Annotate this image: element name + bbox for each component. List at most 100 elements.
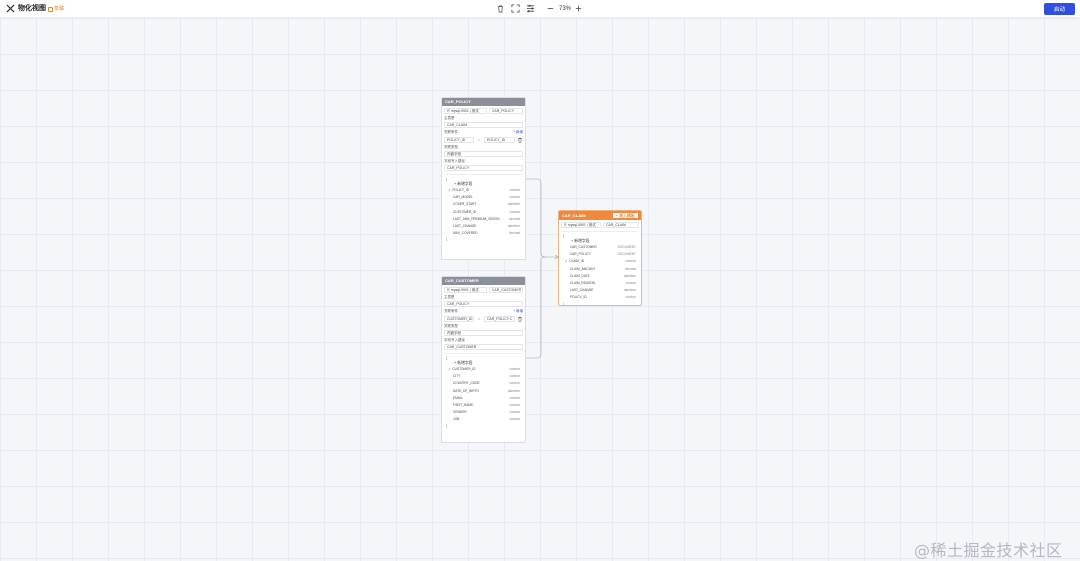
field-row[interactable]: LAST_CHANGE datetime: [561, 287, 639, 294]
write-path-input[interactable]: CAR_CUSTOMER: [444, 344, 523, 350]
field-row[interactable]: ⚷ CLAIM_ID varchar: [561, 258, 639, 265]
field-name: CAR_MODEL: [453, 195, 473, 200]
field-name: POLICY_ID: [570, 295, 587, 300]
close-icon[interactable]: [6, 4, 15, 13]
field-name: LAST_ANN_PREMIUM_GROSS: [453, 216, 500, 221]
field-row[interactable]: CAR_POLICY DOCUMENT: [561, 251, 639, 258]
join-right-select[interactable]: CAR_POLICY.C: [483, 316, 515, 322]
node-car-claim[interactable]: CAR_CLAIM + 导入模板 ⎘ mysql-0901 | 测试 CAR_C…: [558, 210, 642, 306]
page-title: 物化视图: [18, 5, 46, 12]
delete-icon[interactable]: [496, 4, 505, 13]
brace-close: }: [446, 423, 448, 428]
field-name: EMAIL: [453, 395, 463, 400]
key-icon: ⚷: [448, 188, 451, 192]
field-row[interactable]: FIRST_NAME varchar: [444, 402, 523, 409]
source-db-select[interactable]: ⎘ mysql-0901 | 测试: [561, 222, 601, 228]
add-join-button[interactable]: + 新增: [513, 309, 523, 314]
flow-canvas[interactable]: [0, 18, 1080, 561]
field-name: FIRST_NAME: [453, 403, 474, 408]
main-table-label: 主表是: [444, 116, 455, 120]
source-db-value: mysql-0901 | 测试: [450, 288, 479, 292]
field-name: COUNTRY_CODE: [453, 381, 480, 386]
field-type: varchar: [509, 367, 520, 371]
field-list: { + 新增字段 ⚷ POLICY_ID varchar CAR_MODEL varc…: [444, 174, 523, 241]
field-row[interactable]: COUNTRY_CODE varchar: [444, 380, 523, 387]
field-type: varchar: [509, 195, 520, 200]
write-path-input[interactable]: CAR_POLICY: [444, 165, 523, 171]
zoom-out-icon[interactable]: [546, 4, 555, 13]
auto-layout-icon[interactable]: [526, 4, 535, 13]
field-row[interactable]: CAR_MODEL varchar: [444, 194, 523, 201]
field-row[interactable]: JOB varchar: [444, 416, 523, 423]
source-table-select[interactable]: CAR_CLAIM: [603, 222, 639, 228]
node-car-customer[interactable]: CAR_CUSTOMER ⎘ mysql-0901 | 测试 CAR_CUSTO…: [441, 276, 526, 443]
field-type: varchar: [625, 281, 636, 286]
field-row[interactable]: LAST_CHANGE datetime: [444, 223, 523, 230]
field-name: CLAIM_DATE: [570, 273, 590, 278]
field-type: varchar: [509, 374, 520, 379]
field-row[interactable]: CLAIM_DATE datetime: [561, 273, 639, 280]
join-operator: =: [477, 317, 481, 321]
field-type: decimal: [509, 216, 520, 221]
key-icon: ⚷: [448, 367, 451, 371]
draft-status[interactable]: 草稿: [48, 5, 64, 13]
field-name: LAST_CHANGE: [453, 224, 477, 229]
field-type: datetime: [623, 273, 636, 278]
field-name: CUSTOMER_ID: [453, 209, 477, 214]
node-car-policy[interactable]: CAR_POLICY ⎘ mysql-0901 | 测试 CAR_POLICY …: [441, 97, 526, 260]
field-row[interactable]: GENDER varchar: [444, 409, 523, 416]
field-row[interactable]: CITY varchar: [444, 373, 523, 380]
join-type-label: 关联类型: [444, 324, 458, 328]
field-row[interactable]: DATE_OF_BIRTH datetime: [444, 388, 523, 395]
add-join-button[interactable]: + 新增: [513, 130, 523, 135]
join-type-label: 关联类型: [444, 145, 458, 149]
node-title: CAR_CUSTOMER: [442, 277, 525, 285]
trash-icon[interactable]: [517, 316, 523, 322]
field-name: COVER_START: [453, 202, 477, 207]
fullscreen-icon[interactable]: [511, 4, 520, 13]
field-name: CLAIM_ID: [569, 259, 585, 264]
join-left-select[interactable]: POLICY_ID: [444, 137, 475, 143]
node-title: CAR_CLAIM: [562, 213, 586, 218]
field-name: GENDER: [453, 410, 467, 415]
import-template-button[interactable]: + 导入模板: [611, 212, 639, 219]
field-type: varchar: [625, 295, 636, 300]
field-type: varchar: [509, 209, 520, 214]
field-type: varchar: [509, 381, 520, 386]
write-path-label: 字段写入路径: [444, 159, 465, 163]
trash-icon[interactable]: [517, 137, 523, 143]
field-row[interactable]: LAST_ANN_PREMIUM_GROSS decimal: [444, 216, 523, 223]
field-row[interactable]: ⚷ POLICY_ID varchar: [444, 187, 523, 194]
field-row[interactable]: MAX_COVERED decimal: [444, 230, 523, 237]
field-name: DATE_OF_BIRTH: [453, 388, 479, 393]
start-button[interactable]: 启动: [1044, 3, 1075, 15]
field-name: JOB: [453, 417, 460, 422]
top-toolbar: 物化视图 草稿 73% 启动: [0, 0, 1080, 18]
field-row[interactable]: CLAIM_REASON varchar: [561, 280, 639, 287]
join-left-select[interactable]: CUSTOMER_ID: [444, 316, 475, 322]
field-name: CITY: [453, 374, 461, 379]
brace-close: }: [563, 301, 565, 306]
field-row[interactable]: COVER_START datetime: [444, 201, 523, 208]
field-name: CAR_POLICY: [570, 252, 591, 257]
join-cond-label: 关联条件: [444, 309, 458, 313]
field-row[interactable]: POLICY_ID varchar: [561, 294, 639, 301]
field-name: MAX_COVERED: [453, 231, 478, 236]
field-row[interactable]: CAR_CUSTOMER DOCUMENT: [561, 244, 639, 251]
source-table-select[interactable]: CAR_POLICY: [488, 108, 523, 114]
field-type: datetime: [507, 202, 520, 207]
field-type: decimal: [509, 231, 520, 236]
field-row[interactable]: ⚷ CUSTOMER_ID varchar: [444, 366, 523, 373]
field-type: datetime: [507, 388, 520, 393]
field-row[interactable]: CUSTOMER_ID varchar: [444, 209, 523, 216]
source-db-select[interactable]: ⎘ mysql-0901 | 测试: [444, 287, 487, 293]
field-name: CLAIM_AMOUNT: [570, 266, 596, 271]
source-db-select[interactable]: ⎘ mysql-0901 | 测试: [444, 108, 487, 114]
join-right-select[interactable]: POLICY_ID: [483, 137, 515, 143]
zoom-in-icon[interactable]: [574, 4, 583, 13]
field-row[interactable]: CLAIM_AMOUNT decimal: [561, 266, 639, 273]
field-row[interactable]: EMAIL varchar: [444, 395, 523, 402]
source-table-select[interactable]: CAR_CUSTOMER: [488, 287, 523, 293]
join-operator: =: [477, 138, 481, 142]
field-list: { + 新增字段 ⚷ CUSTOMER_ID varchar CITY varchar…: [444, 353, 523, 428]
